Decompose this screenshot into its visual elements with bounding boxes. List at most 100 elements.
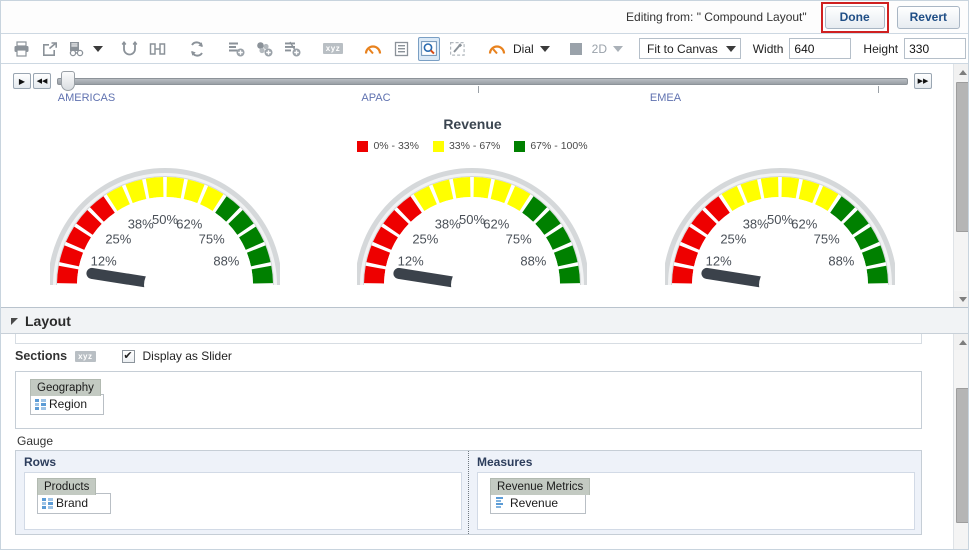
measures-pill-revenue-metrics[interactable]: Revenue Metrics Revenue [490, 478, 591, 514]
gauge-tick-label: 38% [128, 217, 154, 232]
slider-label-americas[interactable]: AMERICAS [58, 92, 115, 104]
display-as-slider-label[interactable]: Display as Slider [143, 349, 232, 363]
sections-pill-header[interactable]: Geography [30, 379, 101, 396]
revert-button[interactable]: Revert [896, 5, 960, 29]
gauge-tick-label: 88% [213, 254, 239, 269]
measures-drop-zone[interactable]: Revenue Metrics Revenue [477, 472, 915, 530]
height-input[interactable] [904, 38, 967, 59]
slider-forward-button[interactable]: ▶▶ [914, 73, 932, 89]
export-icon[interactable] [38, 37, 60, 61]
sections-xyz-icon[interactable]: xyz [75, 350, 96, 362]
gauge-range-segment [166, 177, 185, 199]
gauge-type-caret[interactable] [539, 45, 550, 52]
canvas-scroll-down-arrow[interactable] [954, 291, 968, 307]
gauge-properties-icon[interactable] [362, 37, 384, 61]
editing-from-label: Editing from: " Compound Layout" [626, 10, 807, 24]
layout-scroll-thumb[interactable] [956, 388, 968, 523]
done-button[interactable]: Done [824, 5, 885, 29]
rows-pill-products[interactable]: Products Brand [37, 478, 111, 514]
slider-rewind-button[interactable]: ◀◀ [33, 73, 51, 89]
gauge-range-segment [474, 177, 492, 199]
legend-label-high: 67% - 100% [530, 140, 588, 152]
display-as-slider-checkbox[interactable]: ✔ [121, 349, 135, 363]
zoom-icon[interactable] [418, 36, 440, 61]
redo-icon[interactable] [146, 37, 168, 61]
rows-drop-zone[interactable]: Products Brand [24, 472, 462, 530]
undo-icon[interactable] [118, 37, 140, 61]
add-view-icon[interactable] [226, 37, 248, 61]
gauge-range-segment [760, 177, 779, 199]
xyz-icon[interactable]: xyz [322, 37, 344, 61]
gauge-tick-label: 38% [743, 217, 769, 232]
rows-pill-header[interactable]: Products [37, 478, 97, 495]
slider-thumb[interactable] [61, 71, 76, 91]
gauge-range-segment [866, 265, 889, 284]
chart-legend: 0% - 33% 33% - 67% 67% - 100% [1, 140, 944, 152]
slider-play-button[interactable]: ▶ [13, 73, 31, 89]
gauge-type-icon[interactable] [486, 37, 508, 61]
slider-track[interactable] [57, 78, 908, 85]
layout-scroll-up-arrow[interactable] [954, 334, 968, 350]
gauge-tick-label: 62% [484, 217, 510, 232]
gauge-range-segment [559, 265, 581, 284]
format-icon[interactable] [446, 37, 468, 61]
preview-icon[interactable] [66, 37, 88, 61]
rows-pill-item[interactable]: Brand [37, 493, 111, 514]
gauge-1[interactable]: 12% 25% 38% 50% 62% 75% 88% [47, 160, 282, 307]
slider-track-area[interactable] [57, 71, 908, 93]
refresh-icon[interactable] [186, 37, 208, 61]
canvas-mode-select[interactable]: Fit to Canvas [639, 38, 741, 59]
layout-panel-title: Layout [25, 312, 71, 329]
legend-label-mid: 33% - 67% [448, 140, 501, 152]
sections-label: Sections [15, 349, 68, 363]
chart-title: Revenue [443, 116, 502, 132]
canvas-mode-value: Fit to Canvas [647, 41, 718, 56]
gauge-3[interactable]: 12% 25% 38% 50% 62% 75% 88% [663, 160, 898, 307]
layout-vertical-scrollbar[interactable] [953, 334, 968, 549]
gauge-range-segment [251, 265, 273, 284]
slider-label-apac[interactable]: APAC [361, 92, 390, 104]
canvas-vertical-scrollbar[interactable] [953, 64, 968, 307]
print-icon[interactable] [10, 37, 32, 61]
collapse-triangle-icon[interactable] [11, 318, 18, 325]
sections-drop-zone[interactable]: Geography Region [15, 371, 922, 429]
canvas-mode-caret[interactable] [725, 45, 736, 52]
gauge-range-segment [453, 177, 471, 199]
dimension-label: 2D [591, 41, 608, 56]
layout-top-strip [15, 334, 922, 344]
dimension-caret[interactable] [613, 45, 624, 52]
legend-item-mid: 33% - 67% [432, 140, 501, 152]
gauge-range-segment [364, 265, 386, 284]
legend-swatch-low [357, 140, 369, 152]
slider-label-emea[interactable]: EMEA [650, 92, 681, 104]
gauge-tick-label: 12% [706, 254, 732, 269]
rows-title: Rows [24, 455, 57, 469]
layout-panel-header[interactable]: Layout [1, 307, 968, 334]
canvas-content: ▶ ◀◀ ▶▶ AMERICAS APAC EMEA Revenue 0% - … [1, 64, 944, 307]
measures-title: Measures [477, 455, 533, 469]
gauge-tick-label: 12% [398, 254, 424, 269]
canvas-scroll-thumb[interactable] [956, 82, 968, 232]
gauge-tick-label: 75% [198, 231, 224, 246]
add-group-icon[interactable] [254, 37, 276, 61]
gauge-tick-label: 62% [791, 217, 817, 232]
preview-dropdown-caret[interactable] [93, 45, 103, 52]
legend-swatch-high [514, 140, 526, 152]
show-legend-icon[interactable] [390, 37, 412, 61]
sections-pill-geography[interactable]: Geography Region [30, 379, 104, 415]
add-calc-icon[interactable] [282, 37, 304, 61]
gauge-2[interactable]: 12% 25% 38% 50% 62% 75% 88% [355, 160, 590, 307]
measures-pill-item[interactable]: Revenue [490, 493, 586, 514]
xyz-badge-label: xyz [322, 43, 344, 54]
measures-pill-header[interactable]: Revenue Metrics [490, 478, 591, 495]
canvas-scroll-up-arrow[interactable] [954, 64, 968, 80]
rows-pill-item-label: Brand [56, 496, 89, 510]
gauge-type-label[interactable]: Dial [513, 42, 534, 56]
layout-panel-content: Sections xyz ✔ Display as Slider Geograp… [1, 334, 936, 549]
gauge-tick-label: 75% [814, 231, 840, 246]
width-input[interactable] [789, 38, 852, 59]
height-label: Height [863, 41, 899, 56]
section-slider[interactable]: ▶ ◀◀ ▶▶ [13, 70, 932, 93]
gauge-range-segment [781, 177, 800, 199]
sections-pill-item[interactable]: Region [30, 394, 104, 415]
